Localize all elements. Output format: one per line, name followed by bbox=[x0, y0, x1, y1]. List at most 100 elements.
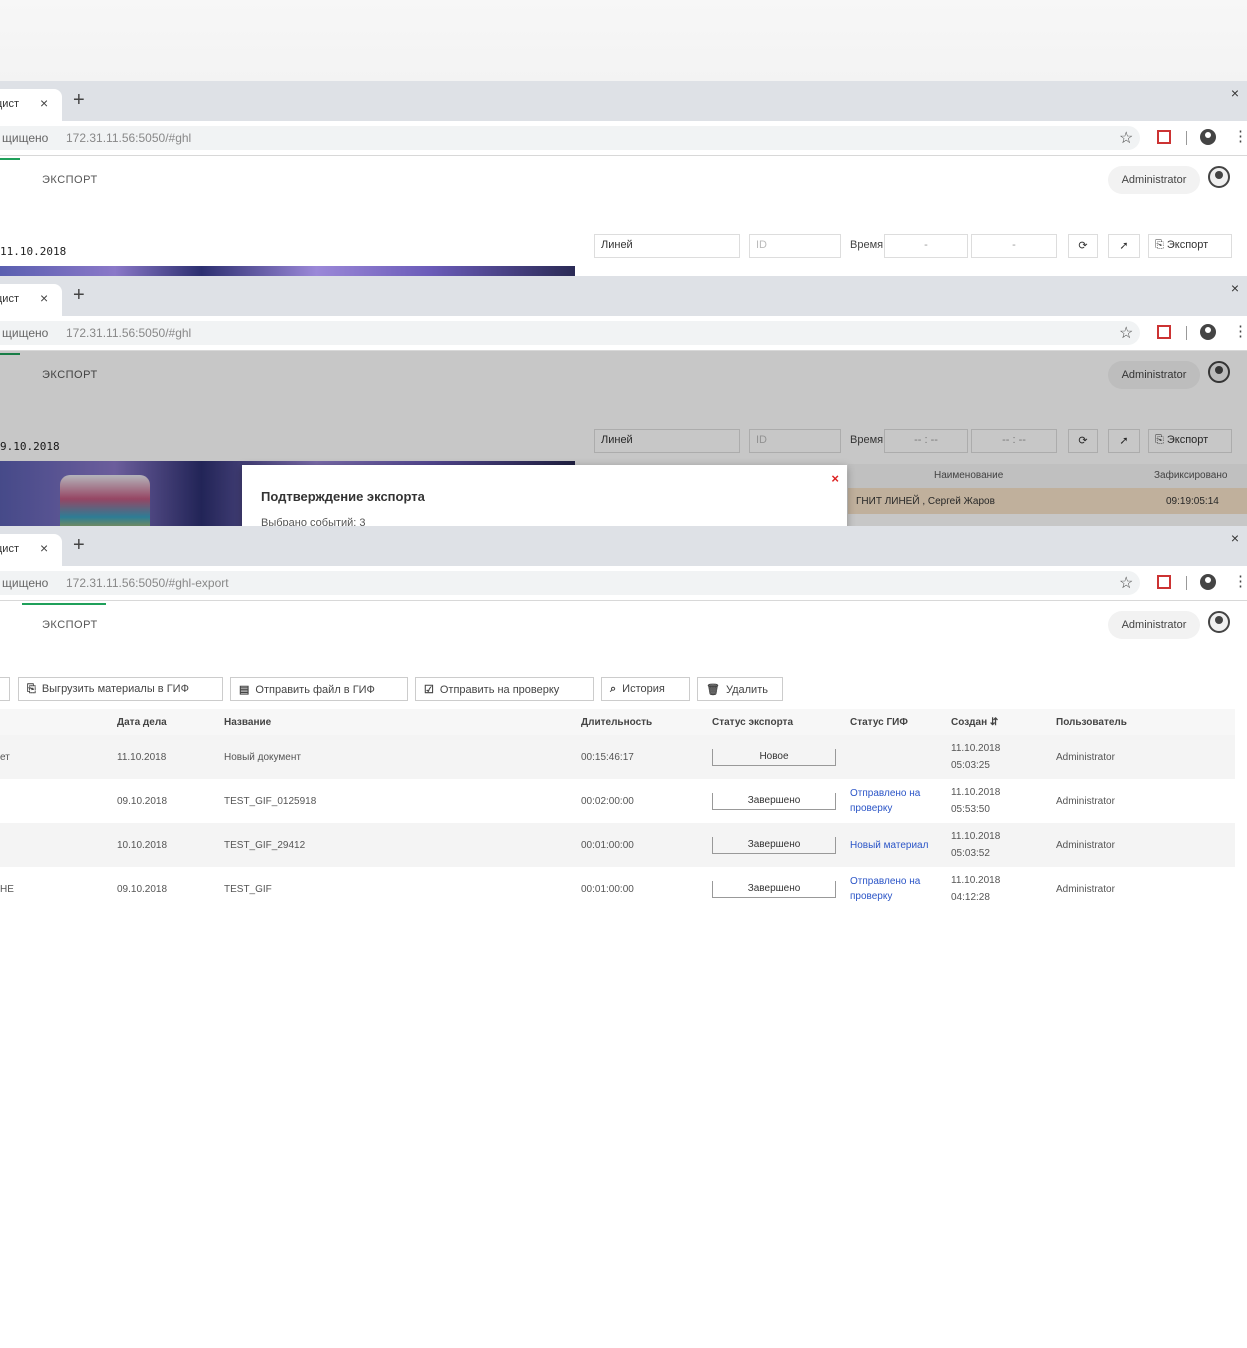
button-label: Выгрузить материалы в ГИФ bbox=[41, 683, 189, 695]
browser-tab[interactable]: цист × bbox=[0, 284, 62, 316]
user-name[interactable]: Administrator bbox=[1108, 166, 1200, 194]
created-date: 11.10.2018 bbox=[951, 875, 1001, 886]
id-input[interactable]: ID bbox=[749, 234, 841, 258]
tab-title: цист bbox=[0, 543, 19, 555]
profile-icon[interactable] bbox=[1200, 324, 1216, 340]
button-label: Удалить bbox=[725, 684, 768, 696]
export-button-label: Экспорт bbox=[1166, 239, 1209, 251]
col-header[interactable]: Статус экспорта bbox=[712, 709, 850, 735]
export-icon: ⎘ bbox=[1155, 239, 1167, 251]
video-preview[interactable] bbox=[0, 266, 575, 276]
cell-date: 10.10.2018 bbox=[117, 823, 224, 867]
delete-button[interactable]: 🗑 Удалить bbox=[697, 677, 783, 701]
url-text[interactable]: 172.31.11.56:5050/#ghl-export bbox=[66, 576, 229, 590]
col-header[interactable]: Название bbox=[224, 709, 581, 735]
tab-strip: цист × + × bbox=[0, 276, 1247, 316]
cell-gif-status[interactable]: Отправлено на проверку bbox=[850, 867, 951, 911]
extension-icon[interactable] bbox=[1157, 130, 1171, 144]
button-label: История bbox=[622, 683, 665, 695]
new-tab-icon[interactable]: + bbox=[73, 89, 85, 112]
browser-menu-icon[interactable]: ⋮ bbox=[1233, 127, 1247, 145]
star-icon[interactable]: ☆ bbox=[1119, 323, 1133, 343]
browser-menu-icon[interactable]: ⋮ bbox=[1233, 322, 1247, 340]
pin-icon[interactable]: ➚ bbox=[1108, 234, 1140, 258]
cell-user: Administrator bbox=[1056, 735, 1235, 779]
col-header[interactable]: Статус ГИФ bbox=[850, 709, 951, 735]
col-header-sorted[interactable]: Создан ⇵ bbox=[951, 709, 1056, 735]
avatar-icon[interactable] bbox=[1208, 611, 1230, 633]
time-from-input[interactable]: - bbox=[884, 234, 968, 258]
cell bbox=[0, 779, 117, 823]
nav-export-tab[interactable]: ЭКСПОРТ bbox=[42, 174, 98, 186]
select-all-button[interactable] bbox=[0, 677, 10, 701]
cell-gif-status[interactable] bbox=[850, 735, 951, 779]
omnibox[interactable]: щищено 172.31.11.56:5050/#ghl bbox=[0, 321, 1140, 345]
status-badge: Новое bbox=[712, 748, 836, 766]
col-header[interactable]: Пользователь bbox=[1056, 709, 1235, 735]
trash-icon: 🗑 bbox=[706, 684, 720, 696]
omnibox[interactable]: щищено 172.31.11.56:5050/#ghl bbox=[0, 126, 1140, 150]
created-date: 11.10.2018 bbox=[951, 787, 1001, 798]
profile-icon[interactable] bbox=[1200, 129, 1216, 145]
tab-close-icon[interactable]: × bbox=[40, 290, 48, 306]
star-icon[interactable]: ☆ bbox=[1119, 128, 1133, 148]
col-header[interactable]: Дата дела bbox=[117, 709, 224, 735]
extension-icon[interactable] bbox=[1157, 325, 1171, 339]
star-icon[interactable]: ☆ bbox=[1119, 573, 1133, 593]
url-text[interactable]: 172.31.11.56:5050/#ghl bbox=[66, 326, 191, 340]
new-tab-icon[interactable]: + bbox=[73, 534, 85, 557]
send-for-review-button[interactable]: ☑ Отправить на проверку bbox=[415, 677, 594, 701]
nav-export-tab[interactable]: ЭКСПОРТ bbox=[42, 619, 98, 631]
url-text[interactable]: 172.31.11.56:5050/#ghl bbox=[66, 131, 191, 145]
toolbar-divider bbox=[1186, 131, 1187, 145]
cell-gif-status[interactable]: Отправлено на проверку bbox=[850, 779, 951, 823]
col-header[interactable]: Длительность bbox=[581, 709, 712, 735]
security-label: щищено bbox=[2, 131, 49, 145]
export-button[interactable]: ⎘ Экспорт bbox=[1148, 234, 1232, 258]
table-row[interactable]: 10.10.2018 TEST_GIF_29412 00:01:00:00 За… bbox=[0, 823, 1235, 867]
lane-select[interactable]: Линей bbox=[594, 234, 740, 258]
browser-menu-icon[interactable]: ⋮ bbox=[1233, 572, 1247, 590]
omnibox[interactable]: щищено 172.31.11.56:5050/#ghl-export bbox=[0, 571, 1140, 595]
tab-strip: цист × + × bbox=[0, 81, 1247, 121]
window-close-icon[interactable]: × bbox=[1231, 85, 1239, 101]
time-to-input[interactable]: - bbox=[971, 234, 1057, 258]
col-header[interactable] bbox=[0, 709, 117, 735]
table-row[interactable]: НЕ 09.10.2018 TEST_GIF 00:01:00:00 Завер… bbox=[0, 867, 1235, 911]
created-time: 05:03:52 bbox=[951, 848, 990, 859]
window-close-icon[interactable]: × bbox=[1231, 530, 1239, 546]
dialog-subtitle: Выбрано событий: 3 bbox=[261, 517, 366, 526]
cell-created: 11.10.2018 05:53:50 bbox=[951, 779, 1056, 823]
cell-name: TEST_GIF_29412 bbox=[224, 823, 581, 867]
toolbar-divider bbox=[1186, 576, 1187, 590]
profile-icon[interactable] bbox=[1200, 574, 1216, 590]
table-row[interactable]: 09.10.2018 TEST_GIF_0125918 00:02:00:00 … bbox=[0, 779, 1235, 823]
cell-duration: 00:15:46:17 bbox=[581, 735, 712, 779]
cell-user: Administrator bbox=[1056, 883, 1115, 895]
created-time: 05:53:50 bbox=[951, 804, 990, 815]
status-badge: Завершено bbox=[712, 836, 836, 854]
new-tab-icon[interactable]: + bbox=[73, 284, 85, 307]
table-row[interactable]: ет 11.10.2018 Новый документ 00:15:46:17… bbox=[0, 735, 1235, 779]
extension-icon[interactable] bbox=[1157, 575, 1171, 589]
send-file-button[interactable]: ▤ Отправить файл в ГИФ bbox=[230, 677, 408, 701]
tab-close-icon[interactable]: × bbox=[40, 95, 48, 111]
tab-close-icon[interactable]: × bbox=[40, 540, 48, 556]
created-time: 04:12:28 bbox=[951, 892, 990, 903]
cell-name: TEST_GIF_0125918 bbox=[224, 795, 317, 807]
sort-icon[interactable]: ⇵ bbox=[990, 717, 998, 728]
tab-title: цист bbox=[0, 98, 19, 110]
refresh-icon[interactable]: ⟳ bbox=[1068, 234, 1098, 258]
avatar-icon[interactable] bbox=[1208, 166, 1230, 188]
user-name[interactable]: Administrator bbox=[1108, 611, 1200, 639]
browser-tab[interactable]: цист × bbox=[0, 534, 62, 566]
tab-strip: цист × + × bbox=[0, 526, 1247, 566]
cell-gif-status[interactable]: Новый материал bbox=[850, 823, 951, 867]
history-button[interactable]: ⌕ История bbox=[601, 677, 690, 701]
cell-user: Administrator bbox=[1056, 795, 1115, 807]
upload-to-gif-button[interactable]: ⎘ Выгрузить материалы в ГИФ bbox=[18, 677, 223, 701]
window-close-icon[interactable]: × bbox=[1231, 280, 1239, 296]
check-icon: ☑ bbox=[424, 684, 434, 696]
close-icon[interactable]: × bbox=[831, 471, 839, 486]
browser-tab[interactable]: цист × bbox=[0, 89, 62, 121]
